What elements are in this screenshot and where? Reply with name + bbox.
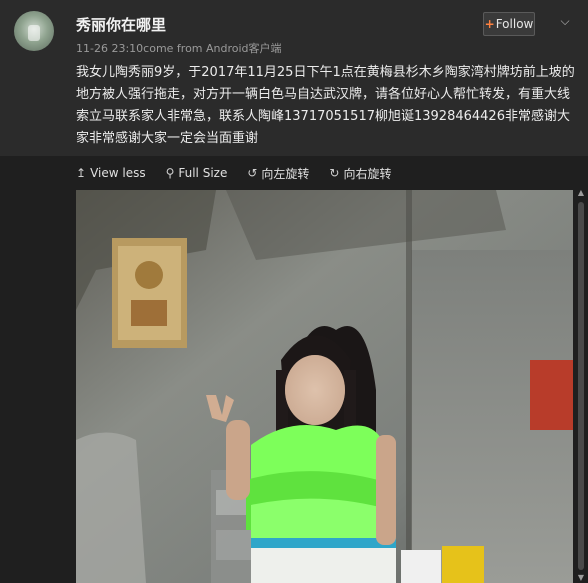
full-size-label: Full Size [178,166,228,180]
arrow-up-icon: ↥ [76,166,87,180]
post-meta: 11-26 23:10come from Android客户端 [76,42,282,55]
plus-icon: + [484,17,495,31]
username[interactable]: 秀丽你在哪里 [76,14,166,35]
white-bucket [401,550,441,583]
post-header: 秀丽你在哪里 11-26 23:10come from Android客户端 +… [0,0,588,60]
rotate-right-icon: ↻ [329,166,340,180]
rotate-left-button[interactable]: ↺ 向左旋转 [247,165,309,181]
weibo-post: 秀丽你在哪里 11-26 23:10come from Android客户端 +… [0,0,588,583]
post-text: 我女儿陶秀丽9岁，于2017年11月25日下午1点在黄梅县杉木乡陶家湾村牌坊前上… [76,65,575,146]
scroll-down-icon[interactable]: ▼ [577,573,585,583]
chevron-down-icon[interactable]: ⌵ [556,14,574,28]
post-photo[interactable] [76,190,573,583]
view-less-button[interactable]: ↥ View less [76,165,146,181]
photo-svg [76,190,573,583]
follow-button[interactable]: +Follow [483,12,535,36]
avatar[interactable] [14,11,54,51]
rotate-left-label: 向左旋转 [261,166,310,181]
rotate-left-icon: ↺ [247,166,258,180]
scrollbar-thumb[interactable] [578,202,584,570]
wall-banner [530,360,573,430]
scrollbar[interactable]: ▲ ▼ [577,188,585,583]
view-less-label: View less [90,166,146,180]
media-actions: ↥ View less ⚲ Full Size ↺ 向左旋转 ↻ 向右旋转 [76,165,392,181]
yellow-bucket [442,546,484,583]
rotate-right-button[interactable]: ↻ 向右旋转 [329,165,391,181]
scroll-up-icon[interactable]: ▲ [577,188,585,198]
full-size-button[interactable]: ⚲ Full Size [166,165,228,181]
search-icon: ⚲ [165,166,175,180]
follow-label: Follow [495,17,534,31]
rotate-right-label: 向右旋转 [343,166,392,181]
